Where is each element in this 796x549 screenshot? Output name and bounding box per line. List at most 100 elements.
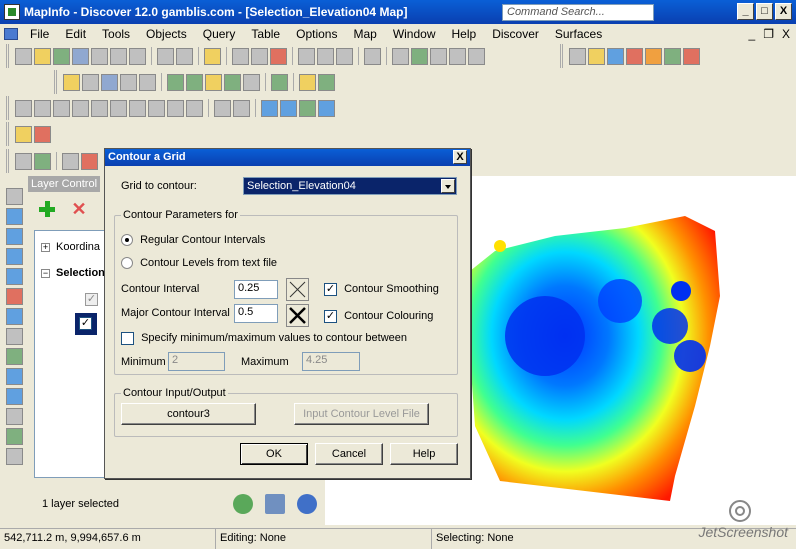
coordinate-icon[interactable] <box>15 125 32 143</box>
disable-icon[interactable] <box>34 125 51 143</box>
menu-discover[interactable]: Discover <box>484 27 547 41</box>
ok-button[interactable]: OK <box>240 443 308 465</box>
print-setup-icon[interactable] <box>232 47 249 65</box>
contour-icon[interactable] <box>664 47 681 65</box>
zoom-in-icon[interactable] <box>5 348 23 365</box>
menu-surfaces[interactable]: Surfaces <box>547 27 610 41</box>
print-icon[interactable] <box>176 47 193 65</box>
save-icon[interactable] <box>72 47 89 65</box>
radius-select-icon[interactable] <box>5 228 23 245</box>
region-style-icon[interactable] <box>299 99 316 117</box>
info-icon[interactable] <box>5 428 23 445</box>
plus-icon[interactable] <box>38 200 56 218</box>
menu-objects[interactable]: Objects <box>138 27 195 41</box>
contour-colouring-checkbox[interactable]: ✓ Contour Colouring <box>324 310 433 323</box>
command-search-input[interactable]: Command Search... <box>502 4 654 21</box>
minimize-button[interactable]: _ <box>737 3 754 20</box>
profile-icon[interactable] <box>81 152 98 170</box>
text-tool-icon[interactable] <box>167 99 184 117</box>
copy-icon[interactable] <box>317 47 334 65</box>
apply-icon[interactable] <box>233 494 253 514</box>
sun-shading-icon[interactable] <box>588 47 605 65</box>
symbol-tool-icon[interactable] <box>15 99 32 117</box>
grid-table-icon[interactable] <box>34 152 51 170</box>
grid-colour-icon[interactable] <box>645 47 662 65</box>
x-icon[interactable]: ✕ <box>70 200 88 218</box>
save-table-icon[interactable] <box>157 47 174 65</box>
new-table-icon[interactable] <box>15 47 32 65</box>
radio-levels-from-file[interactable]: Contour Levels from text file <box>121 257 277 270</box>
save-copy-icon[interactable] <box>91 47 108 65</box>
polyline-tool-icon[interactable] <box>53 99 70 117</box>
map-settings-icon[interactable] <box>243 73 260 91</box>
cut-icon[interactable] <box>298 47 315 65</box>
map-tool-icon[interactable] <box>167 73 184 91</box>
open-folder-icon[interactable] <box>204 47 221 65</box>
grid-stats-icon[interactable] <box>626 47 643 65</box>
web-icon[interactable] <box>62 152 79 170</box>
polygon-select-icon[interactable] <box>5 248 23 265</box>
rectangle-tool-icon[interactable] <box>129 99 146 117</box>
new-grapher-icon[interactable] <box>430 47 447 65</box>
grid-to-contour-select[interactable]: Selection_Elevation04 <box>243 177 457 195</box>
mdi-minimize-button[interactable]: _ <box>749 27 756 41</box>
expand-icon[interactable]: + <box>41 242 50 252</box>
table-edit-icon[interactable] <box>101 73 118 91</box>
redistrict-icon[interactable] <box>468 47 485 65</box>
polygon-tool-icon[interactable] <box>91 99 108 117</box>
table-tool-icon[interactable] <box>63 73 80 91</box>
menu-query[interactable]: Query <box>195 27 244 41</box>
undo-icon[interactable] <box>364 47 381 65</box>
change-view-icon[interactable] <box>5 388 23 405</box>
table-stats-icon[interactable] <box>120 73 137 91</box>
dialog-close-button[interactable]: X <box>453 150 467 164</box>
frame-tool-icon[interactable] <box>186 99 203 117</box>
cancel-button[interactable]: Cancel <box>315 443 383 465</box>
collapse-icon[interactable]: − <box>41 268 50 278</box>
contour-smoothing-checkbox[interactable]: ✓ Contour Smoothing <box>324 283 439 296</box>
menu-table[interactable]: Table <box>243 27 288 41</box>
grabber-hand-icon[interactable] <box>5 408 23 425</box>
table-join-icon[interactable] <box>82 73 99 91</box>
arc-tool-icon[interactable] <box>72 99 89 117</box>
contour-output-button[interactable]: contour3 <box>121 403 256 425</box>
export-pdf-icon[interactable] <box>270 47 287 65</box>
close-button[interactable]: X <box>775 3 792 20</box>
ellipse-tool-icon[interactable] <box>110 99 127 117</box>
printer-icon[interactable] <box>251 47 268 65</box>
line-style-icon[interactable] <box>280 99 297 117</box>
menu-file[interactable]: File <box>22 27 57 41</box>
map-window-icon[interactable] <box>4 27 18 40</box>
layer-item[interactable]: − Selection <box>41 267 105 279</box>
layer-visible-checkbox[interactable]: ✓ <box>85 293 98 306</box>
new-layout-icon[interactable] <box>449 47 466 65</box>
add-node-icon[interactable] <box>233 99 250 117</box>
print-preview-icon[interactable] <box>110 47 127 65</box>
color-legend-icon[interactable] <box>607 47 624 65</box>
menu-help[interactable]: Help <box>444 27 485 41</box>
radio-selected-icon[interactable] <box>121 234 133 247</box>
chevron-down-icon[interactable] <box>441 179 455 193</box>
menu-window[interactable]: Window <box>385 27 444 41</box>
help-button[interactable]: Help <box>390 443 458 465</box>
properties-icon[interactable] <box>265 494 285 514</box>
contour-line-style-button[interactable] <box>286 278 309 301</box>
rounded-rectangle-tool-icon[interactable] <box>148 99 165 117</box>
globe-icon[interactable] <box>186 73 203 91</box>
specify-min-max-checkbox[interactable]: Specify minimum/maximum values to contou… <box>121 332 407 345</box>
select-arrow-icon[interactable] <box>5 188 23 205</box>
map-layers-icon[interactable] <box>205 73 222 91</box>
contour-interval-input[interactable]: 0.25 <box>234 280 278 299</box>
unselect-icon[interactable] <box>5 288 23 305</box>
mdi-close-button[interactable]: X <box>782 27 790 41</box>
open-icon[interactable] <box>34 47 51 65</box>
menu-tools[interactable]: Tools <box>94 27 138 41</box>
new-mapper-icon[interactable] <box>411 47 428 65</box>
maximize-button[interactable]: □ <box>756 3 773 20</box>
selected-layer-highlight[interactable]: ✓ <box>75 313 97 335</box>
mdi-restore-button[interactable]: ❐ <box>763 27 774 41</box>
annotation-icon[interactable] <box>299 73 316 91</box>
new-browser-icon[interactable] <box>392 47 409 65</box>
checkbox-checked-icon[interactable]: ✓ <box>324 283 337 296</box>
minimum-input[interactable]: 2 <box>168 352 225 371</box>
